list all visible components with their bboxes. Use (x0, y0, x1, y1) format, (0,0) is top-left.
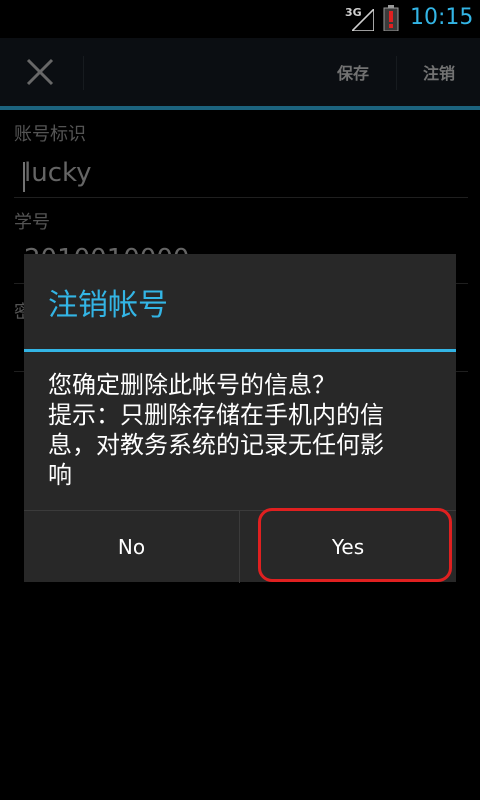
no-button[interactable]: No (24, 511, 239, 583)
signal-icon (352, 9, 374, 31)
dialog-message: 您确定删除此帐号的信息？ 提示：只删除存储在手机内的信 息，对教务系统的记录无任… (48, 370, 440, 490)
dialog-message-line: 您确定删除此帐号的信息？ (48, 371, 336, 399)
status-bar: 3G 10:15 (0, 0, 480, 38)
dialog-message-line: 提示：只删除存储在手机内的信 (48, 401, 384, 429)
battery-icon (383, 5, 399, 31)
dialog-title: 注销帐号 (48, 288, 168, 323)
dialog-message-line: 息，对教务系统的记录无任何影 (48, 431, 384, 459)
clock: 10:15 (410, 5, 474, 30)
dialog-message-line: 响 (48, 461, 72, 489)
dialog-title-divider (24, 349, 456, 352)
yes-highlight-annotation (258, 508, 452, 582)
